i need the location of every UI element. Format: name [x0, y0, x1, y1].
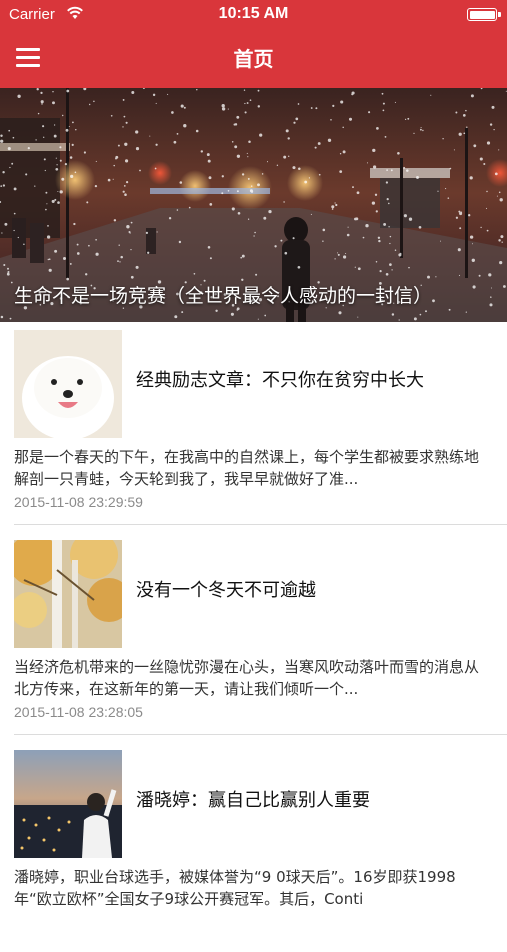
divider — [14, 734, 507, 735]
page-title: 首页 — [233, 47, 274, 71]
article-item[interactable]: 没有一个冬天不可逾越 当经济危机带来的一丝隐忧弥漫在心头，当寒风吹动落叶而雪的消… — [0, 532, 507, 742]
battery-fill — [469, 10, 495, 19]
article-title: 潘晓婷：赢自己比赢别人重要 — [136, 790, 370, 811]
battery-icon — [467, 8, 501, 21]
article-thumbnail — [14, 540, 122, 648]
article-title: 经典励志文章：不只你在贫穷中长大 — [136, 370, 424, 391]
status-bar: Carrier 10:15 AM — [0, 0, 507, 30]
article-item[interactable]: 经典励志文章：不只你在贫穷中长大 那是一个春天的下午，在我高中的自然课上，每个学… — [0, 322, 507, 532]
featured-banner[interactable]: 生命不是一场竞赛（全世界最令人感动的一封信） — [0, 88, 507, 322]
top-bar: Carrier 10:15 AM 首页 — [0, 0, 507, 88]
article-summary: 那是一个春天的下午，在我高中的自然课上，每个学生都被要求熟练地解剖一只青蛙，今天… — [14, 448, 480, 488]
article-summary: 当经济危机带来的一丝隐忧弥漫在心头，当寒风吹动落叶而雪的消息从北方传来，在这新年… — [14, 658, 480, 698]
navigation-bar: 首页 — [0, 30, 507, 88]
article-thumbnail — [14, 750, 122, 858]
article-date: 2015-11-08 23:29:59 — [14, 494, 143, 510]
divider — [14, 524, 507, 525]
status-time: 10:15 AM — [218, 5, 289, 22]
banner-title: 生命不是一场竞赛（全世界最令人感动的一封信） — [14, 285, 433, 307]
article-date: 2015-11-08 23:28:05 — [14, 704, 143, 720]
article-summary: 潘晓婷，职业台球选手，被媒体誉为“9 0球天后”。16岁即获1998年“欧立欧杯… — [14, 868, 456, 908]
article-thumbnail — [14, 330, 122, 438]
article-item[interactable]: 潘晓婷：赢自己比赢别人重要 潘晓婷，职业台球选手，被媒体誉为“9 0球天后”。1… — [0, 742, 507, 952]
article-title: 没有一个冬天不可逾越 — [136, 580, 316, 601]
